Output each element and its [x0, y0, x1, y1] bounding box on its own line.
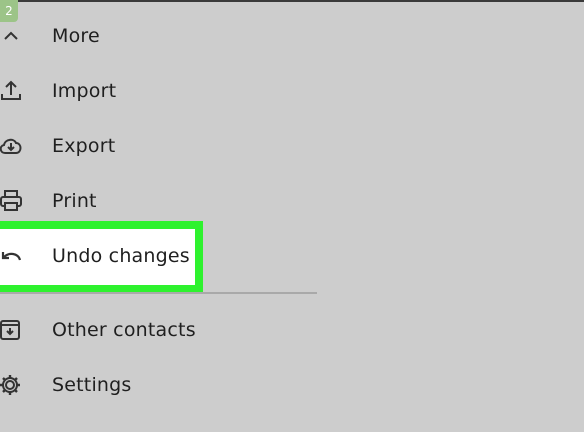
partial-menu-label: ​: [52, 424, 182, 432]
partial-menu-item[interactable]: ​: [52, 424, 182, 432]
cloud-download-icon: [0, 133, 24, 159]
undo-icon: [0, 243, 24, 269]
printer-icon: [0, 188, 24, 214]
chevron-up-icon: [0, 23, 24, 49]
step-badge: 2: [0, 0, 18, 22]
menu-item-label: Other contacts: [52, 319, 196, 341]
menu-item-label: Settings: [52, 374, 132, 396]
upload-icon: [0, 78, 24, 104]
partial-menu-icon: [0, 424, 20, 432]
menu-divider: [0, 292, 317, 294]
menu-item-label: Import: [52, 80, 117, 102]
menu-item-label: Undo changes: [52, 245, 190, 267]
top-border-line: [0, 0, 584, 2]
gear-icon: [0, 372, 24, 398]
menu-item-label: More: [52, 25, 100, 47]
archive-icon: [0, 317, 24, 343]
menu-item-label: Export: [52, 135, 116, 157]
menu-item-label: Print: [52, 190, 97, 212]
